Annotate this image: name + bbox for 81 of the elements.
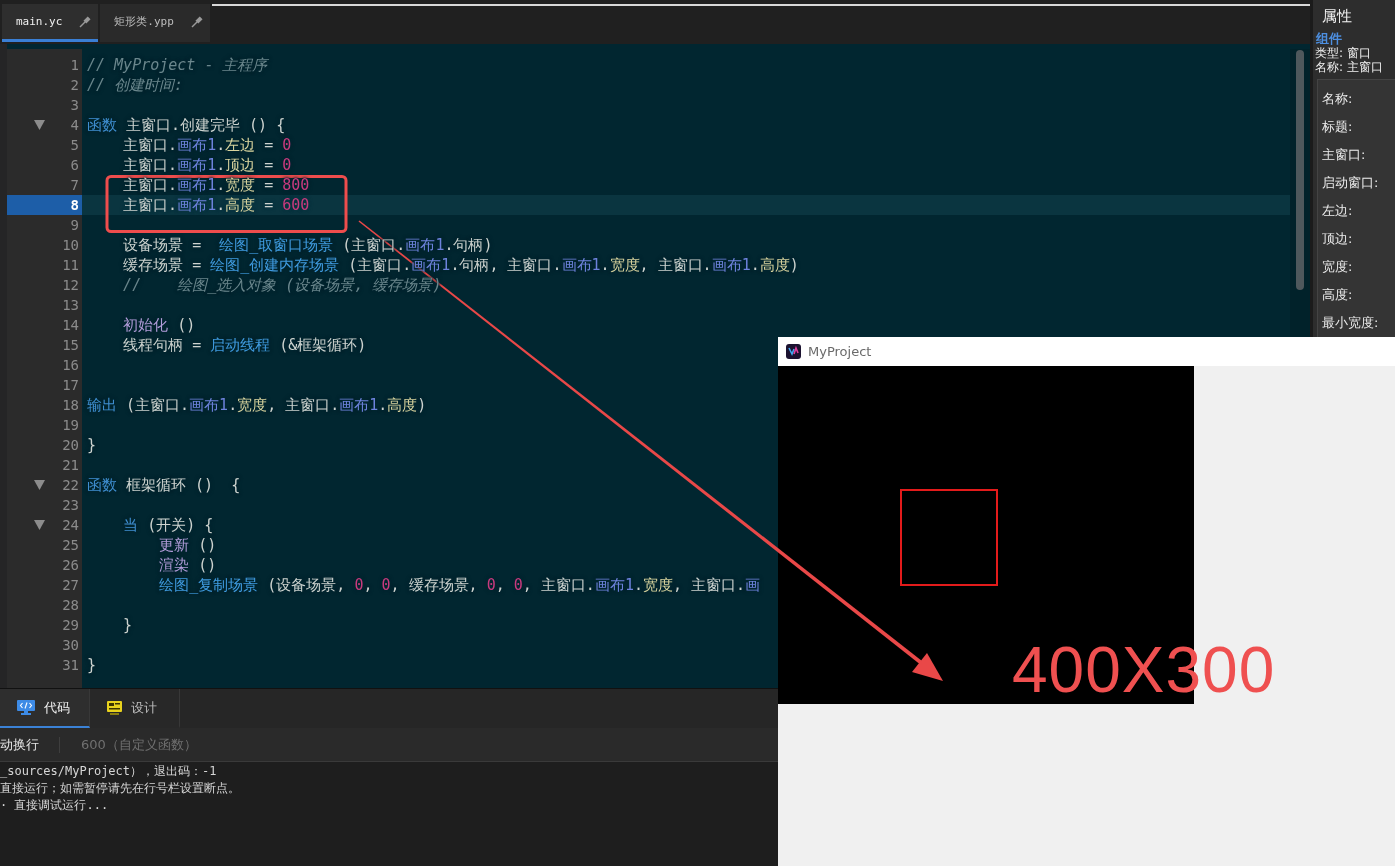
panel-tab[interactable]: 代码 <box>0 689 90 728</box>
line-number: 19 <box>62 416 80 434</box>
panel-title: 属性 <box>1322 6 1352 26</box>
component-name: 名称: 主窗口 <box>1315 60 1383 74</box>
code-line: 当 (开关) { <box>122 516 214 534</box>
code-line: } <box>122 616 133 634</box>
line-number: 28 <box>62 596 80 614</box>
line-number: 9 <box>70 216 80 234</box>
line-number: 10 <box>62 236 80 254</box>
code-line: } <box>87 656 97 674</box>
code-line: // 绘图_选入对象 (设备场景, 缓存场景) <box>122 276 442 294</box>
property-label: 左边: <box>1321 202 1353 220</box>
code-line: 主窗口.画布1.左边 = 0 <box>122 136 292 154</box>
code-line: 初始化 () <box>122 316 196 334</box>
app-logo-icon <box>786 344 801 359</box>
line-number: 3 <box>70 96 80 114</box>
pin-icon[interactable] <box>79 15 92 28</box>
code-line: 更新 () <box>158 536 217 554</box>
line-number: 23 <box>62 496 80 514</box>
line-number: 15 <box>62 336 80 354</box>
line-number: 1 <box>70 56 80 74</box>
wrap-option[interactable]: 动换行 <box>0 735 39 754</box>
line-number: 12 <box>62 276 80 294</box>
line-number: 6 <box>70 156 80 174</box>
output-line: 直接运行；如需暂停请先在行号栏设置断点。 <box>0 780 240 797</box>
fold-arrow-icon[interactable] <box>34 520 45 530</box>
property-label: 高度: <box>1321 286 1353 304</box>
section-heading: 组件 <box>1316 32 1342 46</box>
line-number: 2 <box>70 76 80 94</box>
component-type: 类型: 窗口 <box>1315 46 1371 60</box>
output-line: · 直接调试运行... <box>0 797 109 814</box>
window-title: MyProject <box>808 344 872 359</box>
fold-arrow-icon[interactable] <box>34 480 45 490</box>
line-number: 18 <box>62 396 80 414</box>
line-number: 8 <box>70 196 80 214</box>
line-number: 7 <box>70 176 80 194</box>
pin-icon[interactable] <box>190 15 203 28</box>
line-number: 21 <box>62 456 80 474</box>
line-number: 30 <box>62 636 80 654</box>
line-number: 24 <box>62 516 80 534</box>
line-number: 4 <box>70 116 80 134</box>
property-label: 名称: <box>1321 90 1353 108</box>
code-line: // MyProject - 主程序 <box>87 56 268 74</box>
line-number: 11 <box>62 256 80 274</box>
panel-icon <box>107 700 122 715</box>
code-line: 输出 (主窗口.画布1.宽度, 主窗口.画布1.高度) <box>87 396 427 414</box>
scrollbar-thumb[interactable] <box>1296 50 1304 290</box>
line-number: 14 <box>62 316 80 334</box>
line-number: 5 <box>70 136 80 154</box>
property-label: 启动窗口: <box>1321 174 1379 192</box>
code-line: 主窗口.画布1.高度 = 600 <box>122 196 310 214</box>
code-line: 线程句柄 = 启动线程 (&框架循环) <box>122 336 367 354</box>
property-label: 顶边: <box>1321 230 1353 248</box>
code-line: 主窗口.画布1.顶边 = 0 <box>122 156 292 174</box>
symbol-info: 600（自定义函数） <box>81 735 197 754</box>
property-label: 最小宽度: <box>1321 314 1379 332</box>
line-number: 17 <box>62 376 80 394</box>
code-line: 渲染 () <box>158 556 217 574</box>
output-line: _sources/MyProject），退出码：-1 <box>0 763 217 780</box>
line-number: 31 <box>62 656 80 674</box>
line-number: 29 <box>62 616 80 634</box>
line-number: 20 <box>62 436 80 454</box>
line-number: 22 <box>62 476 80 494</box>
line-number: 13 <box>62 296 80 314</box>
code-line: 主窗口.画布1.宽度 = 800 <box>122 176 310 194</box>
line-number: 26 <box>62 556 80 574</box>
code-line: 绘图_复制场景 (设备场景, 0, 0, 缓存场景, 0, 0, 主窗口.画布1.宽度, 主窗口.画 <box>158 576 761 594</box>
property-label: 宽度: <box>1321 258 1353 276</box>
line-number: 27 <box>62 576 80 594</box>
code-line: 函数 主窗口.创建完毕 () { <box>87 116 286 134</box>
line-number: 25 <box>62 536 80 554</box>
file-tab[interactable]: main.yc <box>2 4 99 42</box>
file-tab[interactable]: 矩形类.ypp <box>100 4 210 42</box>
property-label: 标题: <box>1321 118 1353 136</box>
monitor-icon <box>17 700 35 715</box>
fold-arrow-icon[interactable] <box>34 120 45 130</box>
code-line: 函数 框架循环 () { <box>87 476 241 494</box>
property-label: 主窗口: <box>1321 146 1366 164</box>
line-number: 16 <box>62 356 80 374</box>
code-line: } <box>87 436 97 454</box>
code-line: // 创建时间: <box>87 76 184 94</box>
